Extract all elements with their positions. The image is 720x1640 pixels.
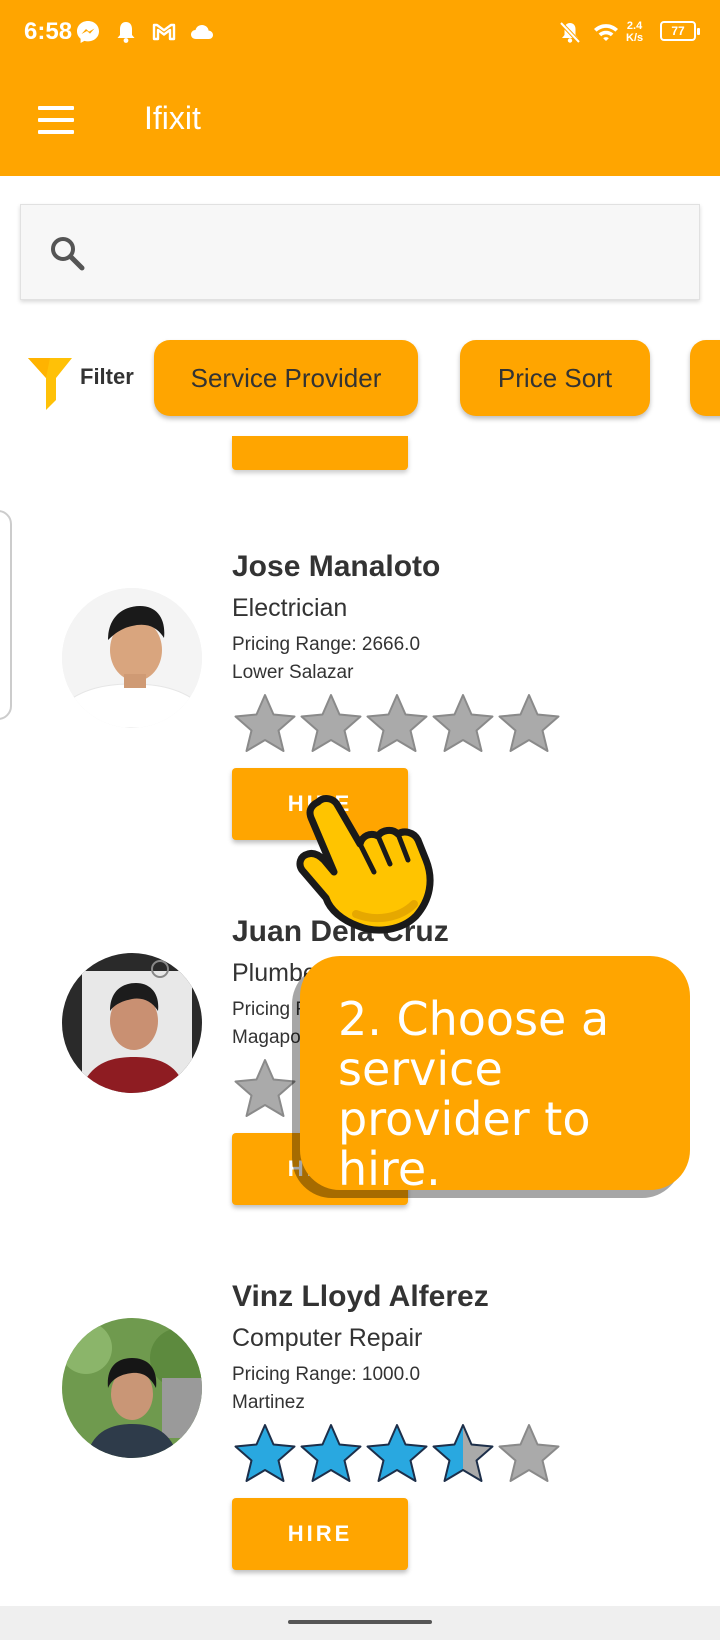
chip-service-provider[interactable]: Service Provider: [154, 340, 418, 416]
star-half-icon: [432, 1424, 494, 1482]
funnel-icon[interactable]: [26, 354, 74, 410]
messenger-icon: [77, 21, 99, 43]
hand-pointer-icon: [296, 795, 434, 934]
provider-service: Computer Repair: [232, 1324, 423, 1352]
hire-button[interactable]: HIRE: [232, 1498, 408, 1570]
rating-stars: [232, 692, 582, 756]
bell-icon: [117, 22, 135, 43]
search-input[interactable]: [20, 204, 700, 300]
status-time: 6:58: [24, 18, 73, 45]
star-empty-icon: [234, 1059, 296, 1117]
hire-button-partial[interactable]: [232, 436, 408, 470]
cloud-icon: [191, 25, 213, 39]
provider-location: Lower Salazar: [232, 662, 354, 683]
provider-card[interactable]: Vinz Lloyd Alferez Computer Repair Prici…: [0, 1270, 720, 1600]
star-filled-icon: [366, 1424, 428, 1482]
search-icon: [51, 237, 85, 271]
filter-label[interactable]: Filter: [80, 364, 134, 390]
system-navigation-bar: [0, 1606, 720, 1640]
provider-service: Electrician: [232, 594, 348, 622]
app-title: Ifixit: [144, 100, 201, 136]
provider-price: Pricing Range: 1000.0: [232, 1364, 421, 1385]
avatar: [62, 953, 202, 1093]
provider-name: Jose Manaloto: [232, 550, 441, 583]
filter-row: Filter Service Provider Price Sort: [0, 336, 720, 426]
provider-name: Vinz Lloyd Alferez: [232, 1280, 489, 1313]
app-bar: 6:58 2.4 K/s 77 Ifixit: [0, 0, 720, 176]
star-empty-icon: [300, 694, 362, 752]
chip-more[interactable]: [690, 340, 720, 416]
battery-icon: 77: [660, 21, 700, 41]
star-empty-icon: [366, 694, 428, 752]
network-speed-unit: K/s: [626, 32, 644, 44]
gmail-icon: [152, 23, 176, 41]
chip-price-sort[interactable]: Price Sort: [460, 340, 650, 416]
rating-stars: [232, 1422, 582, 1486]
battery-level: 77: [671, 24, 685, 38]
home-gesture-handle[interactable]: [288, 1620, 432, 1624]
provider-location: Magapo: [232, 1027, 301, 1048]
network-speed: 2.4 K/s: [626, 20, 643, 44]
tutorial-callout: 2. Choose a service provider to hire.: [300, 956, 690, 1194]
star-empty-icon: [432, 694, 494, 752]
star-empty-icon: [498, 694, 560, 752]
avatar: [62, 1318, 202, 1458]
provider-location: Martinez: [232, 1392, 305, 1413]
bell-off-icon: [559, 21, 581, 44]
star-filled-icon: [234, 1424, 296, 1482]
star-empty-icon: [498, 1424, 560, 1482]
wifi-icon: [594, 24, 618, 41]
star-filled-icon: [300, 1424, 362, 1482]
provider-price: Pricing Range: 2666.0: [232, 634, 421, 655]
hamburger-menu-icon[interactable]: [30, 100, 82, 144]
star-empty-icon: [234, 694, 296, 752]
avatar: [62, 588, 202, 728]
status-bar: 6:58 2.4 K/s 77: [0, 0, 720, 64]
network-speed-value: 2.4: [626, 20, 643, 32]
tutorial-text: 2. Choose a service provider to hire.: [338, 992, 610, 1196]
